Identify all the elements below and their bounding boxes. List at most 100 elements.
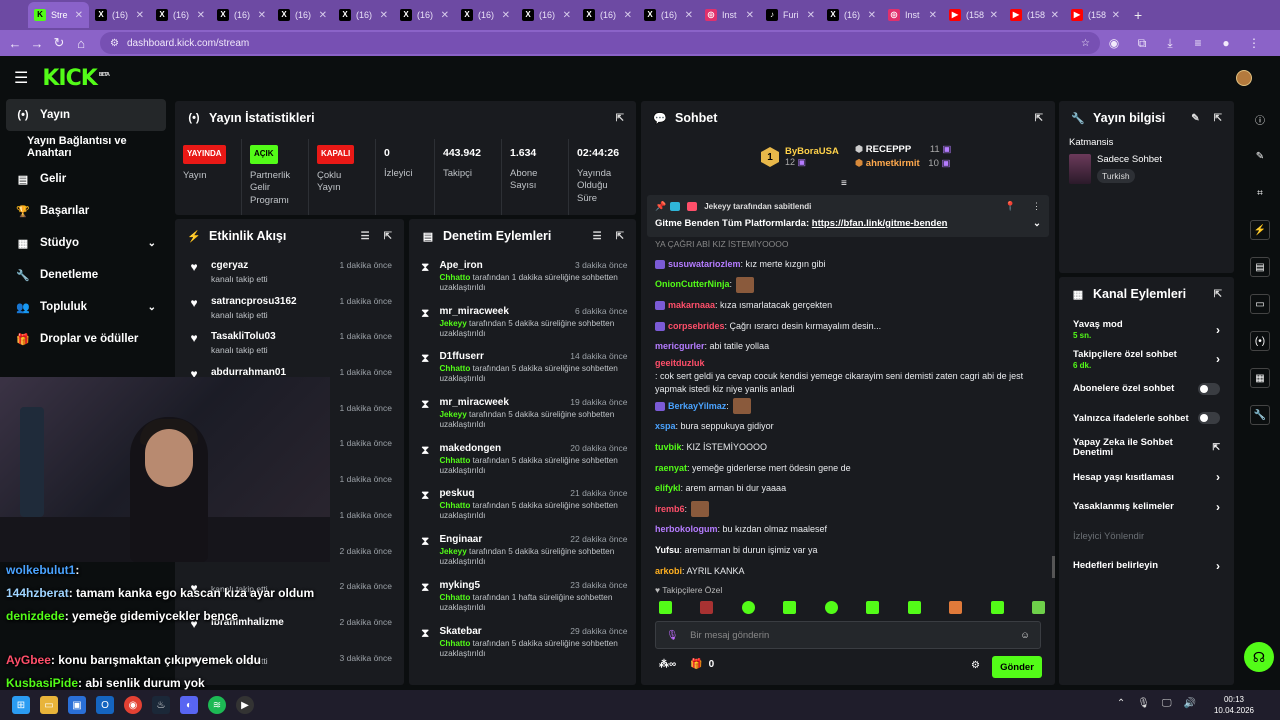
- moderator-name[interactable]: Chhatto: [439, 593, 470, 602]
- browser-tab[interactable]: X (16) ✕: [333, 2, 394, 28]
- moderator-name[interactable]: Jekeyy: [439, 547, 466, 556]
- chat-username[interactable]: susuwatariozlem: [668, 258, 741, 271]
- filter-icon[interactable]: ☰: [593, 231, 602, 242]
- edit-icon[interactable]: ✎: [1191, 113, 1199, 124]
- kick-logo[interactable]: KICK BETA: [42, 66, 110, 91]
- sidebar-item[interactable]: Yayın Bağlantısı ve Anahtarı: [0, 131, 172, 163]
- download-icon[interactable]: ⤓: [1156, 36, 1184, 51]
- channel-action[interactable]: Hedefleri belirleyin ›: [1059, 551, 1234, 581]
- browser-tab[interactable]: ▶ (158 ✕: [943, 2, 1004, 28]
- browser-tab[interactable]: X (16) ✕: [89, 2, 150, 28]
- browser-tab[interactable]: X (16) ✕: [150, 2, 211, 28]
- spotify-icon[interactable]: ≋: [208, 696, 226, 714]
- document-icon[interactable]: ▤: [1250, 257, 1270, 277]
- volume-icon[interactable]: 🔊: [1184, 698, 1196, 709]
- chat-username[interactable]: BerkayYilmaz: [668, 400, 726, 413]
- channel-icon[interactable]: ▦: [1250, 368, 1270, 388]
- media-player-icon[interactable]: ▶: [236, 696, 254, 714]
- moderated-user[interactable]: Skatebar: [439, 626, 481, 637]
- broadcast-icon[interactable]: (•): [1250, 331, 1270, 351]
- close-icon[interactable]: ✕: [441, 10, 449, 21]
- moderated-user[interactable]: peskuq: [439, 488, 474, 499]
- browser-tab[interactable]: X (16) ✕: [394, 2, 455, 28]
- popout-icon[interactable]: ⇱: [1214, 113, 1222, 124]
- moderator-name[interactable]: Chhatto: [439, 639, 470, 648]
- browser-tab[interactable]: X (16) ✕: [638, 2, 699, 28]
- home-icon[interactable]: ⌂: [70, 36, 92, 51]
- toggle-switch[interactable]: [1198, 412, 1220, 425]
- bolt-icon[interactable]: ⚡: [1250, 220, 1270, 240]
- mic-icon[interactable]: 🎙: [666, 630, 678, 641]
- reload-icon[interactable]: ↻: [48, 35, 70, 51]
- emoji-icon[interactable]: ☺: [1020, 630, 1030, 641]
- chat-username[interactable]: makarnaaa: [668, 299, 715, 312]
- back-icon[interactable]: ←: [4, 36, 26, 51]
- close-icon[interactable]: ✕: [136, 10, 144, 21]
- close-icon[interactable]: ✕: [685, 10, 693, 21]
- chat-username[interactable]: geeitduzluk: [655, 357, 705, 370]
- moderated-user[interactable]: Ape_iron: [439, 260, 482, 271]
- hamburger-icon[interactable]: ☰: [14, 68, 28, 88]
- channel-action[interactable]: Abonelere özel sohbet: [1059, 374, 1234, 404]
- browser-tab[interactable]: ◎ Inst ✕: [882, 2, 943, 28]
- steam-icon[interactable]: ♨: [152, 696, 170, 714]
- activity-user[interactable]: cgeryaz: [211, 260, 268, 271]
- chat-username[interactable]: Yufsu: [655, 544, 680, 557]
- chat-username[interactable]: mericgurler: [655, 340, 705, 353]
- browser-tab[interactable]: ▶ (158 ✕: [1004, 2, 1065, 28]
- browser-tab[interactable]: X (16) ✕: [821, 2, 882, 28]
- activity-user[interactable]: TasakliTolu03: [211, 331, 276, 342]
- close-icon[interactable]: ✕: [502, 10, 510, 21]
- url-bar[interactable]: ⚙ dashboard.kick.com/stream ☆: [100, 32, 1100, 54]
- channel-action[interactable]: Yavaş mod 5 sn. ›: [1059, 315, 1234, 345]
- browser-tab[interactable]: ▶ (158 ✕: [1065, 2, 1126, 28]
- moderator-name[interactable]: Chhatto: [439, 501, 470, 510]
- wrench-icon[interactable]: 🔧: [1250, 405, 1270, 425]
- chat-username[interactable]: iremb6: [655, 503, 685, 516]
- emote-icon[interactable]: [1031, 601, 1045, 614]
- chat-username[interactable]: raenyat: [655, 462, 687, 475]
- new-tab-button[interactable]: +: [1134, 7, 1142, 23]
- moderated-user[interactable]: Enginaar: [439, 534, 482, 545]
- profile-icon[interactable]: ●: [1212, 36, 1240, 50]
- network-icon[interactable]: 🖵: [1162, 698, 1172, 709]
- close-icon[interactable]: ✕: [990, 10, 998, 21]
- user-avatar[interactable]: [1236, 70, 1252, 86]
- emote-icon[interactable]: [824, 601, 838, 614]
- capture-icon[interactable]: ⌗: [1250, 183, 1270, 203]
- moderator-name[interactable]: Jekeyy: [439, 410, 466, 419]
- filter-icon[interactable]: ☰: [361, 231, 370, 242]
- sidebar-item[interactable]: 🎁 Droplar ve ödüller: [0, 323, 172, 355]
- scrollbar[interactable]: [1052, 556, 1055, 578]
- emote-icon[interactable]: [866, 601, 880, 614]
- windows-start-icon[interactable]: ⊞: [12, 696, 30, 714]
- sidebar-item[interactable]: ▦ Stüdyo ⌄: [0, 227, 172, 259]
- chrome-icon[interactable]: ◉: [124, 696, 142, 714]
- activity-user[interactable]: satrancprosu3162: [211, 296, 297, 307]
- pinned-link[interactable]: https://bfan.link/gitme-benden: [812, 218, 948, 229]
- toggle-switch[interactable]: [1198, 382, 1220, 395]
- channel-action[interactable]: Hesap yaşı kısıtlaması ›: [1059, 463, 1234, 493]
- forward-icon[interactable]: →: [26, 36, 48, 51]
- emote-icon[interactable]: [907, 601, 921, 614]
- channel-action[interactable]: Takipçilere özel sohbet 6 dk. ›: [1059, 345, 1234, 375]
- extension-icon[interactable]: ◉: [1100, 36, 1128, 50]
- close-icon[interactable]: ✕: [807, 10, 815, 21]
- moderated-user[interactable]: makedongen: [439, 443, 501, 454]
- sidebar-item[interactable]: (•) Yayın: [6, 99, 166, 131]
- close-icon[interactable]: ✕: [1112, 10, 1120, 21]
- browser-tab[interactable]: X (16) ✕: [272, 2, 333, 28]
- popout-icon[interactable]: ⇱: [616, 113, 624, 124]
- close-icon[interactable]: ✕: [75, 10, 83, 21]
- browser-tab[interactable]: ♪ Furi ✕: [760, 2, 821, 28]
- close-icon[interactable]: ✕: [746, 10, 754, 21]
- browser-tab[interactable]: X (16) ✕: [455, 2, 516, 28]
- points-icon[interactable]: ⁂∞: [659, 659, 676, 670]
- close-icon[interactable]: ✕: [380, 10, 388, 21]
- browser-tab[interactable]: X (16) ✕: [577, 2, 638, 28]
- emote-icon[interactable]: [741, 601, 755, 614]
- emote-icon[interactable]: [949, 601, 963, 614]
- category-thumbnail[interactable]: [1069, 154, 1091, 184]
- info-icon[interactable]: ⓘ: [1250, 109, 1270, 129]
- close-icon[interactable]: ✕: [624, 10, 632, 21]
